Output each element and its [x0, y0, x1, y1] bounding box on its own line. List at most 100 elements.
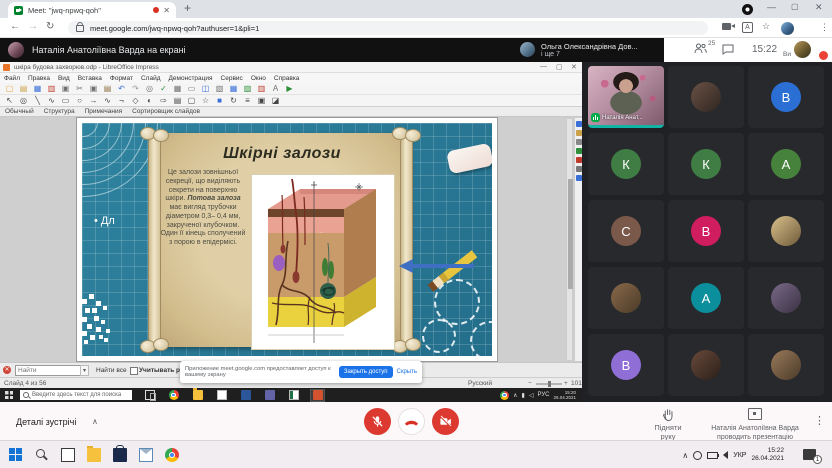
store-taskbar-button[interactable]	[112, 447, 128, 463]
text-box-icon[interactable]: A	[270, 83, 281, 94]
flowchart-icon[interactable]: ▤	[172, 95, 183, 106]
menu-Файл[interactable]: Файл	[4, 75, 20, 82]
more-options-icon[interactable]: ⋮	[814, 414, 825, 427]
tab-close-icon[interactable]: ✕	[163, 6, 170, 15]
document-taskbar-button[interactable]	[214, 389, 229, 402]
menu-Демонстрация[interactable]: Демонстрация	[169, 75, 213, 82]
align-icon[interactable]: ≡	[242, 95, 253, 106]
excel-taskbar-button[interactable]	[286, 389, 301, 402]
impress-maximize-button[interactable]: ▢	[556, 63, 563, 71]
show-draw-functions-icon[interactable]: ▭	[186, 83, 197, 94]
meeting-details-button[interactable]: Деталі зустрічі	[16, 417, 76, 427]
match-case-checkbox[interactable]	[130, 367, 138, 375]
callouts-icon[interactable]: ▢	[186, 95, 197, 106]
impress-sidebar-strip[interactable]	[574, 118, 582, 361]
raise-hand-button[interactable]: Підняти руку	[648, 407, 688, 441]
presenter-search-box[interactable]: Введите здесь текст для поиска	[20, 390, 132, 400]
task-view-taskbar-button[interactable]	[142, 389, 157, 402]
new-tab-button[interactable]: +	[184, 1, 191, 15]
camera-off-button[interactable]	[432, 408, 459, 435]
slide-body-text[interactable]: Це залози зовнішньої секреції, що виділя…	[160, 169, 246, 248]
battery-icon[interactable]	[707, 452, 718, 459]
language-indicator[interactable]: РУС	[537, 392, 549, 398]
impress-minimize-button[interactable]: —	[540, 63, 547, 70]
window-maximize-button[interactable]: ▢	[791, 2, 799, 11]
slide[interactable]: • Дл Шкірні залози	[77, 118, 497, 361]
select-icon[interactable]: ↖	[4, 95, 15, 106]
rectangle-icon[interactable]: ▭	[60, 95, 71, 106]
participant-tile[interactable]	[748, 200, 824, 262]
slide-layout-icon[interactable]: ◫	[200, 83, 211, 94]
stop-sharing-button[interactable]: Закрыть доступ	[339, 366, 393, 378]
hang-up-button[interactable]	[398, 408, 425, 435]
browser-menu-icon[interactable]: ⋮	[820, 22, 829, 33]
zoom-out-icon[interactable]: −	[528, 380, 532, 387]
new-slide-icon[interactable]: ▧	[214, 83, 225, 94]
people-tray-icon[interactable]	[693, 451, 702, 460]
participants-icon[interactable]	[694, 43, 707, 54]
browser-profile-avatar[interactable]	[781, 22, 794, 35]
participant-tile[interactable]: К	[588, 133, 664, 195]
file-explorer-taskbar-button[interactable]	[86, 447, 102, 463]
document-language[interactable]: Русский	[468, 380, 492, 387]
menu-Слайд[interactable]: Слайд	[141, 75, 161, 82]
print-icon[interactable]: ▣	[60, 83, 71, 94]
viewer-clock[interactable]: 15:22 26.04.2021	[751, 447, 784, 464]
teams-taskbar-button[interactable]	[262, 389, 277, 402]
view-tab[interactable]: Обычный	[5, 108, 34, 115]
save-icon[interactable]: ▦	[32, 83, 43, 94]
language-indicator[interactable]: УКР	[733, 452, 746, 459]
find-input[interactable]	[15, 365, 83, 376]
window-close-button[interactable]: ✕	[815, 2, 823, 13]
participant-tile[interactable]	[748, 334, 824, 396]
mail-taskbar-button[interactable]	[138, 447, 154, 463]
hidden-icons-chevron[interactable]: ∧	[682, 451, 688, 460]
insert-chart-icon[interactable]: ▥	[256, 83, 267, 94]
zoom-icon[interactable]: ◎	[18, 95, 29, 106]
3d-objects-icon[interactable]: ■	[214, 95, 225, 106]
open-file-icon[interactable]: ▤	[18, 83, 29, 94]
stars-banners-icon[interactable]: ☆	[200, 95, 211, 106]
find-all-button[interactable]: Найти все	[96, 367, 127, 374]
chat-icon[interactable]	[722, 44, 734, 55]
connector-icon[interactable]: ¬	[116, 95, 127, 106]
impress-close-button[interactable]: ✕	[571, 63, 577, 71]
spelling-icon[interactable]: ✓	[158, 83, 169, 94]
browser-tab[interactable]: Meet: "jwq-npwq-qoh" ✕	[8, 2, 176, 18]
chrome-taskbar-button[interactable]	[164, 447, 180, 463]
arrange-icon[interactable]: ▣	[256, 95, 267, 106]
start-presentation-icon[interactable]: ▶	[284, 83, 295, 94]
zoom-slider[interactable]	[536, 383, 562, 385]
find-dropdown-icon[interactable]: ▾	[80, 365, 89, 376]
menu-Сервис[interactable]: Сервис	[221, 75, 243, 82]
menu-Вид[interactable]: Вид	[58, 75, 70, 82]
task-view-taskbar-button[interactable]	[60, 447, 76, 463]
view-tab[interactable]: Структура	[44, 108, 75, 115]
rotate-icon[interactable]: ↻	[228, 95, 239, 106]
start-button-icon[interactable]	[5, 391, 13, 399]
export-pdf-icon[interactable]: ▥	[46, 83, 57, 94]
menu-Формат[interactable]: Формат	[110, 75, 133, 82]
slide-title[interactable]: Шкірні залози	[154, 145, 410, 163]
cut-icon[interactable]: ✂	[74, 83, 85, 94]
symbol-shapes-icon[interactable]: ◐	[144, 95, 155, 106]
view-tab[interactable]: Сортировщик слайдов	[132, 108, 200, 115]
insert-line-icon[interactable]: ╲	[32, 95, 43, 106]
redo-icon[interactable]: ↷	[130, 83, 141, 94]
mic-off-button[interactable]	[364, 408, 391, 435]
menu-Правка[interactable]: Правка	[28, 75, 50, 82]
camera-in-use-icon[interactable]	[722, 23, 731, 30]
hidden-icons-chevron[interactable]: ∧	[513, 392, 517, 399]
reload-icon[interactable]: ↻	[46, 21, 54, 32]
block-arrows-icon[interactable]: ⇨	[158, 95, 169, 106]
canvas-scrollbar[interactable]	[566, 118, 573, 361]
forward-icon[interactable]: →	[28, 21, 38, 32]
freeform-line-icon[interactable]: ∿	[46, 95, 57, 106]
translate-icon[interactable]: A	[742, 22, 753, 33]
insert-image-icon[interactable]: ▨	[242, 83, 253, 94]
zoom-in-icon[interactable]: +	[564, 380, 568, 387]
powerpoint-taskbar-button[interactable]	[310, 389, 325, 402]
curve-icon[interactable]: ∿	[102, 95, 113, 106]
participant-tile[interactable]: В	[588, 334, 664, 396]
bookmark-star-icon[interactable]: ☆	[762, 21, 770, 32]
